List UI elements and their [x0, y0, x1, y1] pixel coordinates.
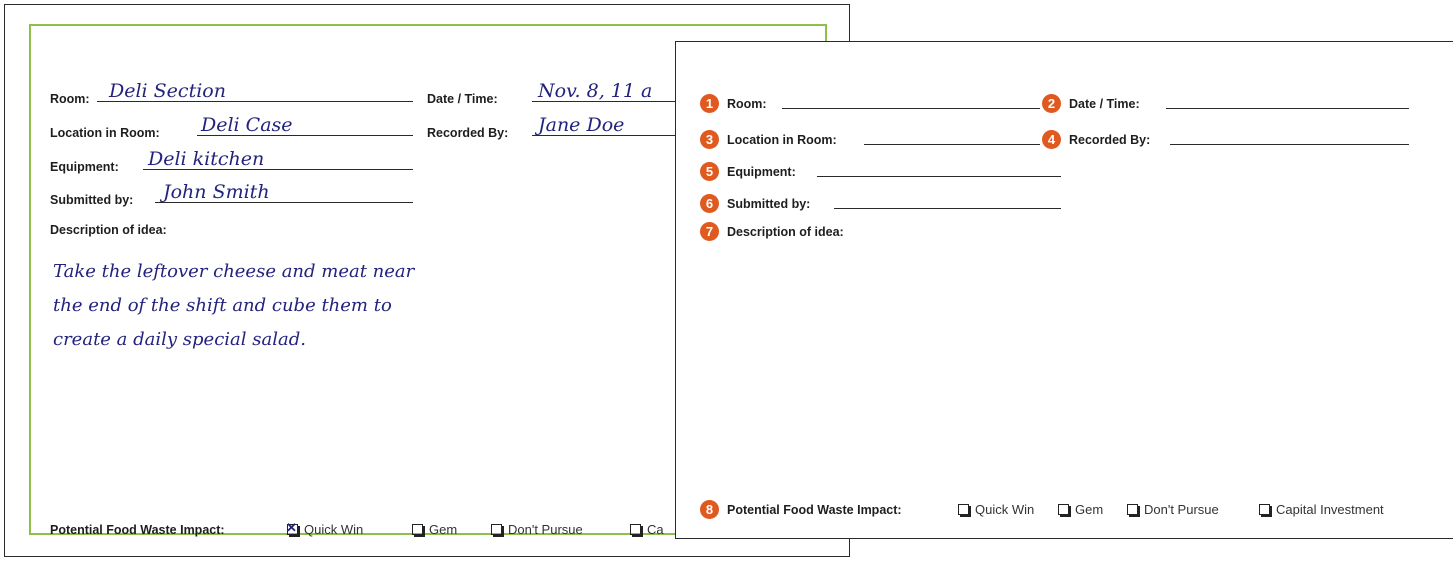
location-value: Deli Case — [201, 114, 293, 136]
submitted-by-value: John Smith — [163, 181, 270, 203]
description-label: Description of idea: — [50, 223, 167, 237]
room-value: Deli Section — [109, 80, 226, 102]
checkbox[interactable] — [1259, 504, 1270, 515]
equipment-label: Equipment: — [727, 165, 796, 179]
badge-4: 4 — [1042, 130, 1061, 149]
option-label: Ca — [647, 522, 664, 537]
equipment-value: Deli kitchen — [148, 148, 265, 170]
description-line-3: create a daily special salad. — [53, 329, 306, 350]
location-label: Location in Room: — [727, 133, 837, 147]
recorded-by-label: Recorded By: — [1069, 133, 1151, 147]
option-label: Don't Pursue — [1144, 502, 1219, 517]
option-quick-win[interactable]: Quick Win — [286, 520, 364, 537]
room-line[interactable] — [782, 108, 1040, 109]
option-capital-investment[interactable]: Capital Investment — [1259, 502, 1384, 517]
badge-1: 1 — [700, 94, 719, 113]
impact-label: Potential Food Waste Impact: — [50, 523, 225, 537]
description-line-2: the end of the shift and cube them to — [53, 295, 392, 316]
checkbox[interactable] — [491, 524, 502, 535]
recorded-by-label: Recorded By: — [427, 126, 509, 140]
option-gem[interactable]: Gem — [412, 522, 457, 537]
submitted-by-line[interactable] — [834, 208, 1061, 209]
option-label: Gem — [1075, 502, 1104, 517]
option-gem[interactable]: Gem — [1058, 502, 1103, 517]
checkbox[interactable] — [958, 504, 969, 515]
checkbox[interactable] — [630, 524, 641, 535]
badge-8: 8 — [700, 500, 719, 519]
date-time-line[interactable] — [1166, 108, 1409, 109]
room-label: Room: — [727, 97, 767, 111]
impact-label: Potential Food Waste Impact: — [727, 503, 902, 517]
date-time-label: Date / Time: — [1069, 97, 1140, 111]
option-quick-win[interactable]: Quick Win — [958, 502, 1034, 517]
option-dont-pursue[interactable]: Don't Pursue — [491, 522, 583, 537]
badge-2: 2 — [1042, 94, 1061, 113]
recorded-by-line[interactable] — [1170, 144, 1409, 145]
recorded-by-value: Jane Doe — [538, 114, 625, 136]
option-capital[interactable]: Ca — [630, 522, 664, 537]
checkbox[interactable] — [1127, 504, 1138, 515]
option-label: Capital Investment — [1276, 502, 1384, 517]
option-label: Quick Win — [975, 502, 1035, 517]
date-time-value: Nov. 8, 11 a — [538, 80, 653, 102]
badge-5: 5 — [700, 162, 719, 181]
equipment-line[interactable] — [817, 176, 1061, 177]
location-label: Location in Room: — [50, 126, 160, 140]
badge-7: 7 — [700, 222, 719, 241]
option-dont-pursue[interactable]: Don't Pursue — [1127, 502, 1219, 517]
description-line-1: Take the leftover cheese and meat near — [53, 261, 415, 282]
badge-3: 3 — [700, 130, 719, 149]
checkbox[interactable] — [412, 524, 423, 535]
equipment-label: Equipment: — [50, 160, 119, 174]
option-label: Gem — [429, 522, 458, 537]
location-line[interactable] — [864, 144, 1040, 145]
room-label: Room: — [50, 92, 90, 106]
date-time-label: Date / Time: — [427, 92, 498, 106]
description-label: Description of idea: — [727, 225, 844, 239]
option-label: Don't Pursue — [508, 522, 583, 537]
submitted-by-label: Submitted by: — [727, 197, 811, 211]
blank-form-card: 1 Room: 2 Date / Time: 3 Location in Roo… — [675, 41, 1453, 539]
badge-6: 6 — [700, 194, 719, 213]
checkbox[interactable] — [1058, 504, 1069, 515]
submitted-by-label: Submitted by: — [50, 193, 134, 207]
checkbox-checked[interactable] — [286, 520, 298, 536]
option-label: Quick Win — [304, 522, 364, 537]
